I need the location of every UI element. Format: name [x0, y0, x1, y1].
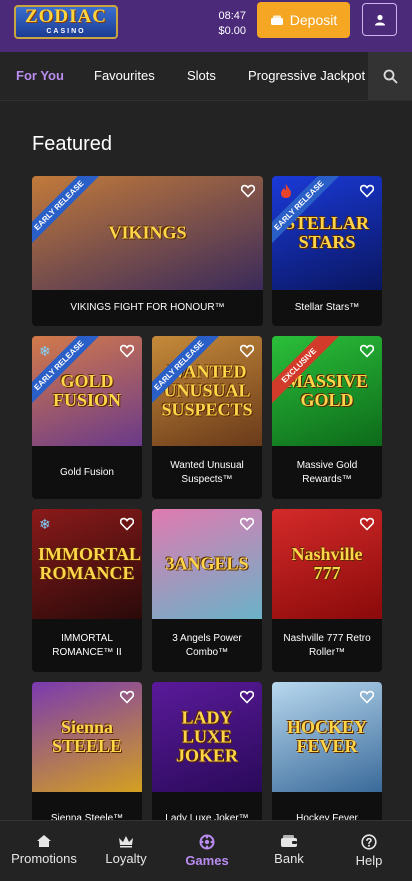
favourite-heart-icon[interactable]	[239, 690, 255, 704]
nav-loyalty-label: Loyalty	[105, 851, 147, 866]
game-card-nashville-777-retro-roller[interactable]: Nashville 777 Nashville 777 Retro Roller™	[272, 509, 382, 672]
nav-help[interactable]: Help	[328, 821, 410, 881]
game-card-stellar-stars[interactable]: STELLAR STARS EARLY RELEASE Stellar Stars™	[272, 176, 382, 326]
nav-loyalty[interactable]: Loyalty	[85, 821, 167, 881]
game-title: Nashville 777 Retro Roller™	[283, 632, 371, 658]
zodiac-casino-logo[interactable]: ZODIAC CASINO	[14, 5, 118, 39]
game-thumbnail[interactable]: VIKINGS EARLY RELEASE	[32, 176, 263, 290]
favourite-heart-icon[interactable]	[359, 184, 375, 198]
game-title: VIKINGS FIGHT FOR HONOUR™	[70, 302, 225, 313]
crown-icon	[119, 836, 133, 848]
game-art-title: IMMORTAL ROMANCE	[38, 544, 142, 583]
favourite-heart-icon[interactable]	[359, 344, 375, 358]
favourite-heart-icon[interactable]	[359, 517, 375, 531]
favourite-heart-icon[interactable]	[240, 184, 256, 198]
game-card-massive-gold-rewards[interactable]: MASSIVE GOLD EXCLUSIVE Massive Gold Reward…	[272, 336, 382, 499]
nav-bank-label: Bank	[274, 851, 304, 866]
game-thumbnail[interactable]: IMMORTAL ROMANCE ❄	[32, 509, 142, 619]
game-title: IMMORTAL ROMANCE™ II	[52, 632, 122, 658]
game-art-title: 3ANGELS	[165, 553, 249, 574]
game-title: 3 Angels Power Combo™	[172, 632, 242, 658]
tab-for-you[interactable]: For You	[16, 52, 64, 100]
game-thumbnail[interactable]: HOCKEY FEVER	[272, 682, 382, 792]
nav-games-label: Games	[185, 853, 229, 868]
favourite-heart-icon[interactable]	[119, 690, 135, 704]
game-thumbnail[interactable]: LADY LUXE JOKER	[152, 682, 262, 792]
snowflake-icon: ❄	[39, 516, 51, 532]
game-art-title: HOCKEY FEVER	[286, 717, 367, 756]
time-balance: 08:47 $0.00	[218, 9, 246, 39]
game-thumbnail[interactable]: 3ANGELS	[152, 509, 262, 619]
game-art-title: VIKINGS	[108, 222, 187, 243]
game-card-3-angels-power-combo[interactable]: 3ANGELS 3 Angels Power Combo™	[152, 509, 262, 672]
profile-button[interactable]	[362, 3, 397, 36]
home-icon	[37, 835, 51, 847]
user-icon	[374, 14, 385, 25]
nav-games[interactable]: Games	[166, 821, 248, 881]
search-button[interactable]	[368, 52, 412, 100]
game-card-gold-fusion[interactable]: GOLD FUSION EARLY RELEASE ❄ Gold Fusion	[32, 336, 142, 499]
game-art-title: LADY LUXE JOKER	[175, 707, 238, 766]
deposit-button[interactable]: Deposit	[257, 2, 350, 38]
game-thumbnail[interactable]: Sienna STEELE	[32, 682, 142, 792]
account-balance: $0.00	[218, 25, 246, 37]
game-title: Wanted Unusual Suspects™	[170, 459, 244, 485]
favourite-heart-icon[interactable]	[239, 517, 255, 531]
logo-sub-text: CASINO	[46, 28, 86, 35]
category-tabs: For You Favourites Slots Progressive Jac…	[0, 52, 412, 101]
game-art-title: Sienna STEELE	[51, 717, 123, 756]
nav-bank[interactable]: Bank	[248, 821, 330, 881]
game-card-vikings-fight-for-honour[interactable]: VIKINGS EARLY RELEASE VIKINGS FIGHT FOR HO…	[32, 176, 263, 326]
game-thumbnail[interactable]: Nashville 777	[272, 509, 382, 619]
nav-promotions[interactable]: Promotions	[3, 821, 85, 881]
game-title: Gold Fusion	[60, 466, 114, 478]
favourite-heart-icon[interactable]	[119, 517, 135, 531]
favourite-heart-icon[interactable]	[239, 344, 255, 358]
logo-main-text: ZODIAC	[24, 6, 107, 27]
search-icon	[383, 69, 397, 83]
bottom-nav: Promotions Loyalty Games Bank Help	[0, 820, 412, 881]
snowflake-icon: ❄	[39, 343, 51, 359]
favourite-heart-icon[interactable]	[119, 344, 135, 358]
game-art-title: Nashville 777	[291, 544, 363, 583]
deposit-label: Deposit	[289, 12, 338, 28]
game-card-immortal-romance-ii[interactable]: IMMORTAL ROMANCE ❄ IMMORTAL ROMANCE™ II	[32, 509, 142, 672]
game-thumbnail[interactable]: GOLD FUSION EARLY RELEASE ❄	[32, 336, 142, 446]
games-chip-icon	[199, 834, 215, 850]
tab-favourites[interactable]: Favourites	[94, 52, 155, 100]
game-thumbnail[interactable]: WANTED UNUSUAL SUSPECTS EARLY RELEASE	[152, 336, 262, 446]
tab-slots[interactable]: Slots	[187, 52, 216, 100]
tab-progressive-jackpot[interactable]: Progressive Jackpot	[248, 52, 365, 100]
game-card-wanted-unusual-suspects[interactable]: WANTED UNUSUAL SUSPECTS EARLY RELEASE Want…	[152, 336, 262, 499]
wallet-icon	[270, 15, 283, 25]
nav-promotions-label: Promotions	[11, 851, 77, 866]
game-thumbnail[interactable]: STELLAR STARS EARLY RELEASE	[272, 176, 382, 290]
game-thumbnail[interactable]: MASSIVE GOLD EXCLUSIVE	[272, 336, 382, 446]
section-title: Featured	[32, 133, 113, 155]
flame-icon	[281, 184, 291, 198]
favourite-heart-icon[interactable]	[359, 690, 375, 704]
game-title: Stellar Stars™	[294, 302, 360, 313]
top-bar: ZODIAC CASINO 08:47 $0.00 Deposit	[0, 0, 412, 52]
nav-help-label: Help	[355, 853, 383, 868]
game-title: Massive Gold Rewards™	[296, 459, 358, 485]
clock-time: 08:47	[218, 10, 246, 22]
help-icon	[361, 834, 377, 850]
wallet-icon	[281, 835, 297, 847]
